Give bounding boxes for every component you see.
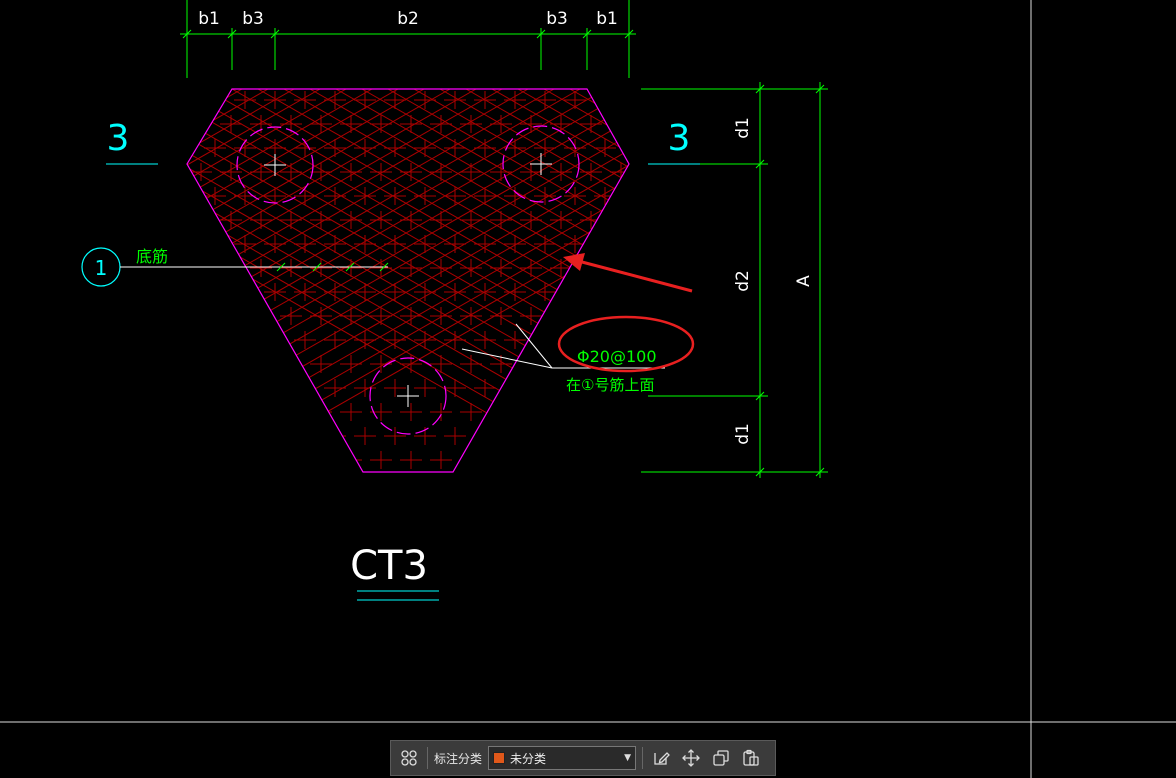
dim-label-d1-top: d1 — [733, 117, 753, 139]
pile-cap-title: CT3 — [350, 543, 428, 589]
category-label: 标注分类 — [434, 751, 483, 766]
rebar-spec-text: Φ20@100 — [577, 347, 657, 366]
paste-icon[interactable] — [739, 746, 763, 770]
dim-label-d2: d2 — [733, 270, 753, 292]
chevron-down-icon: ▼ — [624, 753, 632, 763]
pile-2 — [502, 125, 580, 203]
dim-label-b3-right: b3 — [546, 9, 568, 29]
dim-label-d1-bottom: d1 — [733, 423, 753, 445]
section-mark-left: 3 — [107, 118, 130, 159]
category-value: 未分类 — [510, 751, 547, 766]
callout-number: 1 — [95, 256, 108, 280]
toolbar-separator — [642, 747, 644, 769]
rebar-mesh — [187, 89, 629, 472]
pile-cap-outline — [186, 88, 630, 473]
grid-icon[interactable] — [397, 746, 421, 770]
category-dropdown[interactable]: 未分类 ▼ — [488, 746, 637, 770]
toolbar-separator — [427, 747, 428, 769]
move-icon[interactable] — [679, 746, 703, 770]
rebar-note-text: 在①号筋上面 — [566, 376, 654, 394]
dim-label-b1-left: b1 — [198, 9, 220, 29]
callout-text: 底筋 — [136, 247, 168, 266]
edit-icon[interactable] — [649, 746, 673, 770]
copy-icon[interactable] — [709, 746, 733, 770]
annotation-toolbar: 标注分类 未分类 ▼ — [390, 740, 776, 776]
section-mark-right: 3 — [668, 118, 691, 159]
drawing-canvas[interactable]: b1 b3 b2 b3 b1 d1 d2 d1 A 3 3 1 底筋 Φ20@1… — [0, 0, 1176, 778]
dim-label-A: A — [794, 275, 814, 287]
highlight-arrow — [563, 253, 693, 293]
dim-label-b3-left: b3 — [242, 9, 264, 29]
dim-label-b2: b2 — [397, 9, 419, 29]
dim-label-b1-right: b1 — [596, 9, 618, 29]
category-color-swatch — [493, 752, 506, 764]
